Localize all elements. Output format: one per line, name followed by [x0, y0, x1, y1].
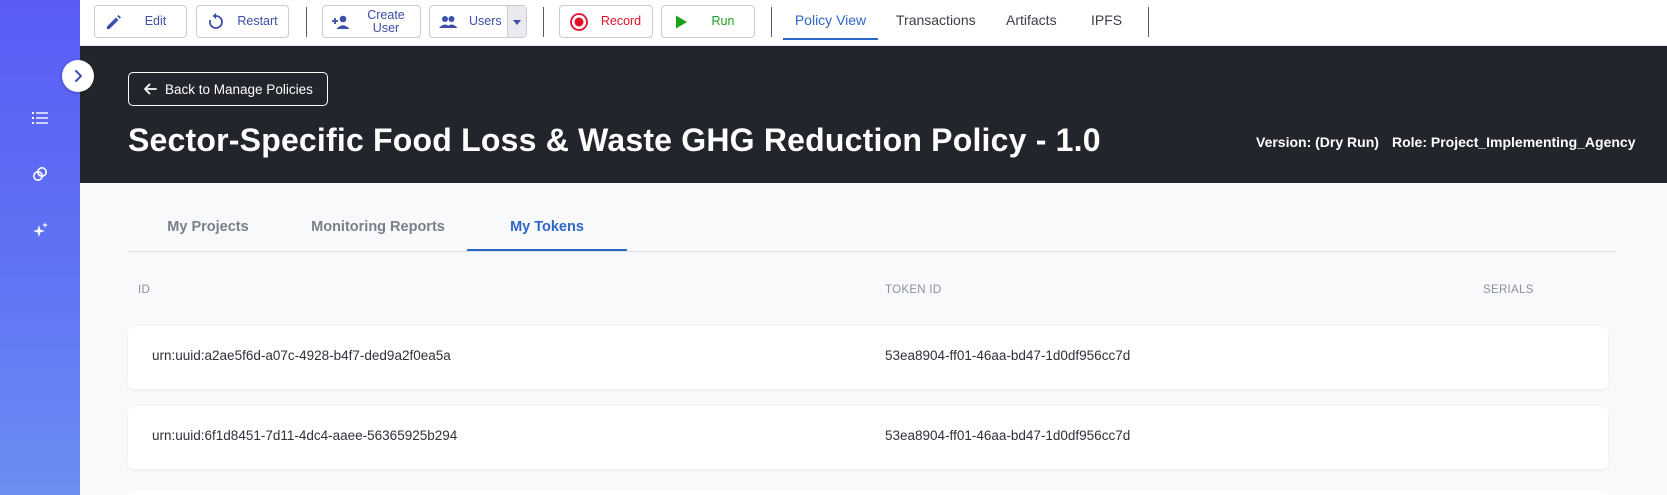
expand-sidebar-button[interactable]	[62, 60, 94, 92]
restart-button[interactable]: Restart	[196, 5, 289, 38]
restart-label: Restart	[237, 14, 278, 28]
column-header-id[interactable]: ID	[138, 284, 150, 296]
table-row-partial	[128, 490, 1608, 495]
edit-label: Edit	[144, 14, 167, 28]
back-label: Back to Manage Policies	[165, 81, 313, 97]
create-user-button[interactable]: Create User	[322, 5, 421, 38]
pencil-icon	[103, 11, 125, 33]
row-token-id: 53ea8904-ff01-46aa-bd47-1d0df956cc7d	[885, 428, 1131, 443]
link-icon[interactable]	[28, 162, 52, 186]
caret-down-icon	[513, 19, 521, 25]
column-header-serials[interactable]: SERIALS	[1483, 284, 1534, 296]
toolbar-separator	[771, 7, 772, 37]
run-label: Run	[711, 14, 735, 28]
table-row[interactable]: urn:uuid:6f1d8451-7d11-4dc4-aaee-5636592…	[128, 406, 1608, 469]
create-user-label-line1: Create	[367, 7, 405, 22]
chevron-right-icon	[75, 70, 82, 82]
add-user-icon	[330, 11, 352, 33]
toolbar: Edit Restart Create User Users Record Run	[80, 0, 1667, 46]
sparkle-icon[interactable]	[28, 218, 52, 242]
list-icon[interactable]	[28, 106, 52, 130]
back-to-manage-policies-button[interactable]: Back to Manage Policies	[128, 72, 328, 106]
toolbar-separator	[543, 7, 544, 37]
record-label: Record	[600, 14, 642, 28]
tab-artifacts[interactable]: Artifacts	[1006, 0, 1057, 40]
tab-transactions[interactable]: Transactions	[896, 0, 976, 40]
arrow-left-icon	[144, 83, 157, 95]
table-row[interactable]: urn:uuid:a2ae5f6d-a07c-4928-b4f7-ded9a2f…	[128, 326, 1608, 389]
tab-my-tokens[interactable]: My Tokens	[467, 211, 627, 251]
policy-header: Back to Manage Policies Sector-Specific …	[80, 46, 1667, 183]
policy-version: Version: (Dry Run)	[1256, 134, 1379, 150]
tab-policy-view[interactable]: Policy View	[783, 0, 878, 40]
tab-my-projects[interactable]: My Projects	[150, 211, 266, 251]
row-id: urn:uuid:6f1d8451-7d11-4dc4-aaee-5636592…	[152, 428, 458, 443]
page-title: Sector-Specific Food Loss & Waste GHG Re…	[128, 122, 1101, 158]
toolbar-separator	[1148, 7, 1149, 37]
tab-monitoring-reports[interactable]: Monitoring Reports	[298, 211, 458, 251]
create-user-label-line2: User	[372, 20, 400, 35]
record-button[interactable]: Record	[559, 5, 653, 38]
play-icon	[670, 11, 692, 33]
users-icon	[437, 11, 459, 33]
restart-icon	[205, 11, 227, 33]
users-dropdown-toggle[interactable]	[507, 6, 526, 37]
users-label: Users	[469, 14, 502, 28]
tabs-divider	[128, 251, 1616, 252]
tab-ipfs[interactable]: IPFS	[1091, 0, 1122, 40]
edit-button[interactable]: Edit	[94, 5, 187, 38]
row-id: urn:uuid:a2ae5f6d-a07c-4928-b4f7-ded9a2f…	[152, 348, 451, 363]
toolbar-separator	[306, 7, 307, 37]
users-button[interactable]: Users	[429, 5, 527, 38]
run-button[interactable]: Run	[661, 5, 755, 38]
user-role: Role: Project_Implementing_Agency	[1392, 134, 1636, 150]
column-header-token-id[interactable]: TOKEN ID	[885, 284, 942, 296]
create-user-label: Create User	[352, 7, 420, 35]
record-icon	[568, 11, 590, 33]
row-token-id: 53ea8904-ff01-46aa-bd47-1d0df956cc7d	[885, 348, 1131, 363]
